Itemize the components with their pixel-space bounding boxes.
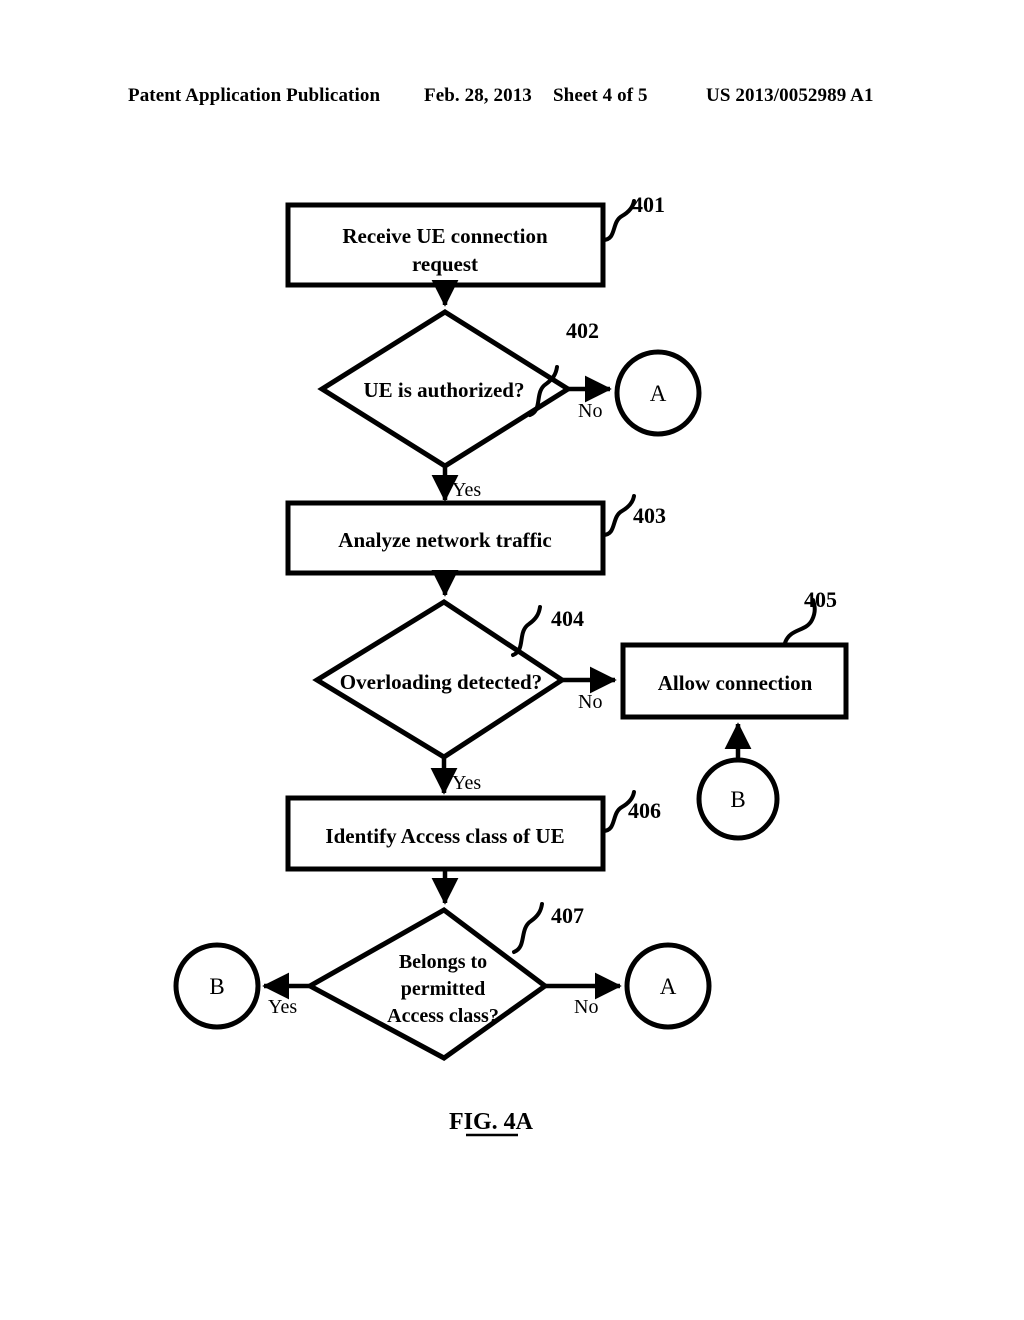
leader-line-407 <box>512 902 544 954</box>
reference-numeral-405: 405 <box>804 587 837 612</box>
process-node-406[interactable]: Identify Access class of UE <box>285 795 606 872</box>
decision-node-402-label: UE is authorized? <box>363 378 524 402</box>
edge-label-402-yes: Yes <box>452 479 481 501</box>
connector-node-a-bottom-label: A <box>660 974 677 999</box>
process-node-401-label-line1: Receive UE connection <box>342 224 548 248</box>
reference-numeral-407: 407 <box>551 903 584 928</box>
edge-label-407-no: No <box>574 996 598 1018</box>
decision-node-407-label-line1: Belongs to <box>399 951 487 973</box>
decision-node-402[interactable]: UE is authorized? <box>317 309 573 469</box>
connector-node-b-left[interactable]: B <box>173 942 261 1030</box>
process-node-403[interactable]: Analyze network traffic <box>285 500 606 576</box>
edge-label-402-no: No <box>578 400 602 422</box>
process-node-401-label-line2: request <box>412 252 478 276</box>
leader-line-403 <box>601 494 636 537</box>
process-node-405-label: Allow connection <box>658 671 813 695</box>
reference-numeral-401: 401 <box>632 192 665 217</box>
decision-node-407[interactable]: Belongs to permitted Access class? <box>304 907 550 1061</box>
connector-node-a-bottom[interactable]: A <box>624 942 712 1030</box>
edge-label-404-yes: Yes <box>452 772 481 794</box>
reference-numeral-404: 404 <box>551 606 584 631</box>
process-node-406-label: Identify Access class of UE <box>325 824 564 848</box>
process-node-403-label: Analyze network traffic <box>338 528 551 552</box>
reference-numeral-403: 403 <box>633 503 666 528</box>
process-node-405[interactable]: Allow connection <box>620 642 849 720</box>
connector-node-a-top-label: A <box>650 381 667 406</box>
reference-numeral-402: 402 <box>566 318 599 343</box>
reference-numeral-406: 406 <box>628 798 661 823</box>
edge-label-407-yes: Yes <box>268 996 297 1018</box>
connector-node-b-left-label: B <box>209 974 224 999</box>
connector-node-b-middle-label: B <box>730 787 745 812</box>
edge-label-404-no: No <box>578 691 602 713</box>
decision-node-407-label-line3: Access class? <box>387 1005 499 1027</box>
leader-line-401 <box>601 199 636 242</box>
figure-caption: FIG. 4A <box>449 1109 534 1135</box>
decision-node-404-label: Overloading detected? <box>340 670 542 694</box>
connector-node-a-top[interactable]: A <box>614 349 702 437</box>
flowchart-figure: Receive UE connection request 401 UE is … <box>0 0 1024 1320</box>
decision-node-407-label-line2: permitted <box>401 978 485 1000</box>
process-node-401[interactable]: Receive UE connection request <box>285 202 606 288</box>
connector-node-b-middle[interactable]: B <box>696 757 780 841</box>
